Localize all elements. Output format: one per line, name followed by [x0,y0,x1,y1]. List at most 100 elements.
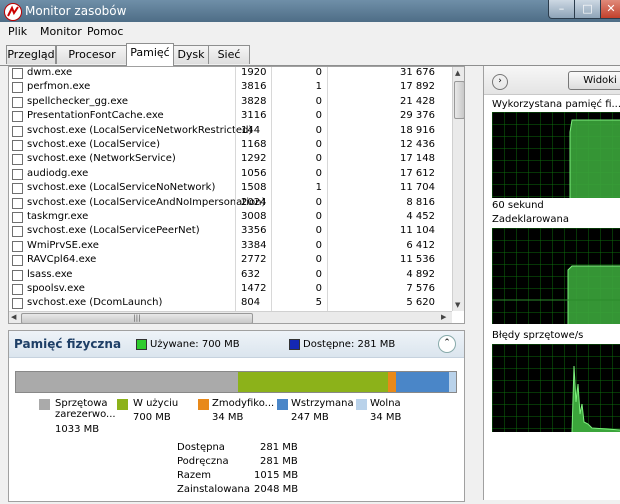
process-name: dwm.exe [27,67,73,78]
process-row[interactable]: svchost.exe (LocalServiceAndNoImpersonat… [9,197,449,211]
process-row[interactable]: taskmgr.exe 3008 0 4 452 [9,211,449,225]
used-summary: Używane: 700 MB [150,339,240,350]
legend-modified-icon [198,399,209,410]
process-checkbox[interactable] [12,298,23,310]
resource-monitor-window: Monitor zasobów – □ ✕ Plik Monitor Pomoc… [0,0,620,504]
process-row[interactable]: svchost.exe (NetworkService) 1292 0 17 148 [9,153,449,167]
graph-hard-faults [492,344,620,432]
process-checkbox[interactable] [12,168,23,180]
legend-standby-label: Wstrzymana [291,398,354,409]
process-checkbox[interactable] [12,212,23,223]
app-icon [4,3,22,21]
legend-standby-icon [277,399,288,410]
close-button[interactable]: ✕ [600,0,620,19]
stat-available-value: 281 MB [260,442,298,453]
stat-cached-value: 281 MB [260,456,298,467]
process-row[interactable]: WmiPrvSE.exe 3384 0 6 412 [9,240,449,254]
process-row[interactable]: lsass.exe 632 0 4 892 [9,269,449,283]
stat-cached-label: Podręczna [177,456,229,467]
process-checkbox[interactable] [12,96,23,108]
process-checkbox[interactable] [12,183,23,195]
title-bar[interactable]: Monitor zasobów – □ ✕ [0,0,620,22]
legend-standby-value: 247 MB [291,412,329,423]
process-checkbox[interactable] [12,197,23,209]
process-row[interactable]: perfmon.exe 3816 1 17 892 [9,81,449,95]
menu-file[interactable]: Plik [8,25,27,38]
used-swatch-icon [136,339,147,350]
tab-cpu[interactable]: Procesor CPU [56,45,128,78]
bar-segment-free [448,372,456,392]
process-checkbox[interactable] [12,125,23,137]
scroll-right-icon[interactable]: ▶ [441,313,446,321]
process-name: audiodg.exe [27,167,89,179]
legend-in-use-value: 700 MB [133,412,171,423]
process-row[interactable]: dwm.exe 1920 0 31 676 [9,67,449,81]
process-row[interactable]: svchost.exe (LocalServiceNoNetwork) 1508 1… [9,182,449,196]
minimize-button[interactable]: – [548,0,575,19]
process-row[interactable]: svchost.exe (LocalService) 1168 0 12 436 [9,139,449,153]
legend-in-use-label: W użyciu [133,398,179,409]
graph-commit-title: Zadeklarowana [492,214,569,225]
process-name: taskmgr.exe [27,211,89,222]
process-checkbox[interactable] [12,140,23,151]
process-row[interactable]: RAVCpl64.exe 2772 0 11 536 [9,254,449,268]
physical-memory-title: Pamięć fizyczna [14,337,122,351]
process-name: svchost.exe (NetworkService) [27,153,176,165]
tab-memory[interactable]: Pamięć [126,43,174,66]
available-swatch-icon [289,339,300,350]
scroll-up-icon[interactable]: ▲ [455,69,460,77]
process-row[interactable]: svchost.exe (LocalServicePeerNet) 3356 0 11… [9,225,449,239]
available-summary: Dostępne: 281 MB [303,339,396,350]
bar-segment-modified [388,372,396,392]
process-row[interactable]: svchost.exe (LocalServiceNetworkRestrict… [9,125,449,139]
memory-usage-bar [15,371,457,393]
process-checkbox[interactable] [12,226,23,238]
vertical-scroll-thumb[interactable] [454,81,464,119]
graph-hard-faults-title: Błędy sprzętowe/s [492,330,584,341]
legend-modified-value: 34 MB [212,412,244,423]
collapse-chevron-icon[interactable]: ⌃ [438,335,456,353]
legend-free-value: 34 MB [370,412,402,423]
process-checkbox[interactable] [12,154,23,166]
bar-segment-in-use [237,372,389,392]
legend-reserved-label: Sprzętowa zarezerwo... [55,398,116,420]
process-row[interactable]: audiodg.exe 1056 0 17 612 [9,168,449,182]
physical-memory-header[interactable]: Pamięć fizyczna Używane: 700 MB Dostępne… [9,331,464,358]
process-checkbox[interactable] [12,111,23,123]
scroll-left-icon[interactable]: ◀ [11,313,16,321]
process-name: WmiPrvSE.exe [27,239,99,251]
stat-available-label: Dostępna [177,442,225,453]
process-row[interactable]: svchost.exe (DcomLaunch) 804 5 5 620 [9,297,449,311]
process-checkbox[interactable] [12,240,23,252]
menu-bar: Plik Monitor Pomoc [0,22,620,41]
process-name: svchost.exe (LocalService) [27,139,160,150]
process-checkbox[interactable] [12,255,23,267]
scroll-down-icon[interactable]: ▼ [455,301,460,309]
process-row[interactable]: spellchecker_gg.exe 3828 0 21 428 [9,96,449,110]
process-name: spoolsv.exe [27,283,85,294]
process-row[interactable]: spoolsv.exe 1472 0 7 576 [9,283,449,297]
tab-network[interactable]: Sieć [208,45,250,64]
window-title: Monitor zasobów [25,4,127,18]
maximize-button[interactable]: □ [574,0,601,19]
tab-disk[interactable]: Dysk [172,45,210,64]
process-checkbox[interactable] [12,82,23,94]
process-checkbox[interactable] [12,68,23,79]
process-row[interactable]: PresentationFontCache.exe 3116 0 29 376 [9,110,449,124]
process-name: perfmon.exe [27,81,91,93]
menu-monitor[interactable]: Monitor [40,25,82,38]
vertical-scrollbar[interactable]: ▲ ▼ [452,67,464,311]
stat-installed-label: Zainstalowana [177,484,251,495]
views-button[interactable]: Widoki [568,71,620,90]
legend-free-icon [356,399,367,410]
tab-overview[interactable]: Przegląd [6,45,56,64]
stat-total-label: Razem [177,470,211,481]
horizontal-scrollbar[interactable]: ◀ ||| ▶ [9,311,452,323]
menu-help[interactable]: Pomoc [87,25,123,38]
collapse-pane-arrow-icon[interactable]: › [492,74,508,90]
process-checkbox[interactable] [12,269,23,281]
process-checkbox[interactable] [12,284,23,295]
horizontal-scroll-thumb[interactable]: ||| [21,313,253,323]
process-table: dwm.exe 1920 0 31 676 perfmon.exe 3816 1 17 892… [8,66,465,324]
graphs-toolbar: › Widoki [484,66,620,95]
